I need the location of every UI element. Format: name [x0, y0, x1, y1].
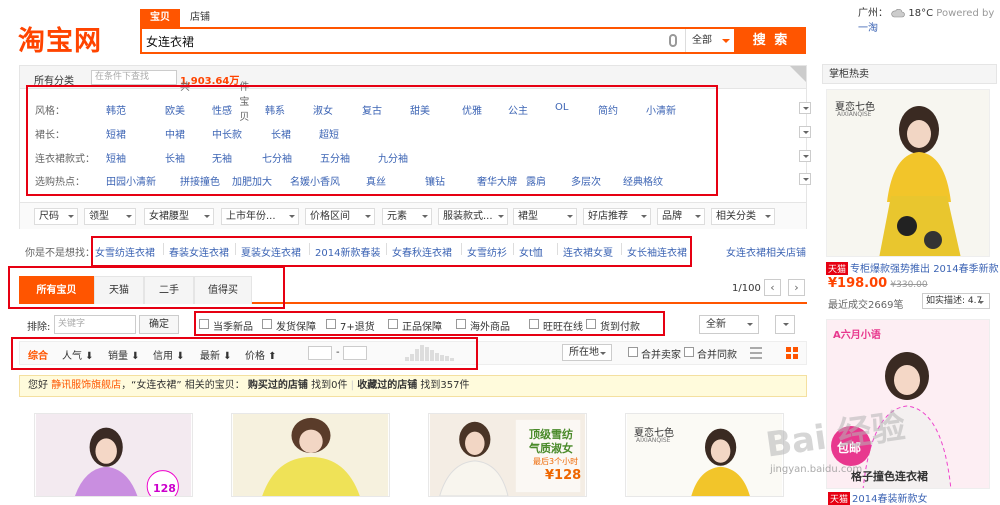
cloud-icon — [891, 8, 905, 17]
rating-select[interactable]: 如实描述: 4.7 — [922, 293, 990, 309]
exclude-label: 排除: — [27, 322, 51, 333]
filter-dropdown[interactable]: 品牌 — [657, 208, 705, 225]
page-indicator: 1/100 — [732, 283, 761, 294]
condition-select[interactable]: 全新 — [699, 315, 759, 334]
filter-dropdown[interactable]: 元素 — [382, 208, 432, 225]
search-tab-items[interactable]: 宝贝 — [140, 9, 180, 27]
sidebar-title: 掌柜热卖 — [822, 64, 997, 84]
shop-notice-bar: 您好 静讯服饰旗舰店，“女连衣裙” 相关的宝贝： 购买过的店铺 找到0件 | 收… — [19, 375, 807, 397]
search-box[interactable]: 女连衣裙 全部 — [140, 27, 736, 54]
shop-link[interactable]: 静讯服饰旗舰店 — [51, 380, 121, 391]
product-brand-en: AIXIANQISE — [636, 437, 671, 444]
filter-dropdown[interactable]: 尺码 — [34, 208, 78, 225]
weather-widget: 广州： 18°C Powered by 一淘 — [858, 4, 1000, 34]
annotation-box — [26, 85, 718, 196]
temperature: 18°C — [908, 8, 934, 19]
merge-same-checkbox[interactable] — [684, 347, 694, 357]
product-card[interactable]: 顶级雪纺 气质淑女 最后3个小时 ¥128 — [428, 413, 587, 497]
microphone-icon[interactable] — [669, 34, 677, 47]
merge-same-label: 合并同款 — [697, 350, 737, 361]
filter-dropdown[interactable]: 女裙腰型 — [144, 208, 214, 225]
grid-view-icon[interactable] — [786, 347, 798, 359]
fold-corner-icon[interactable] — [790, 66, 806, 82]
exclude-ok-button[interactable]: 确定 — [139, 315, 179, 334]
filter-dropdown[interactable]: 好店推荐 — [583, 208, 651, 225]
search-tabs: 宝贝 店铺 — [140, 9, 220, 27]
suggestion-label: 你是不是想找： — [25, 248, 95, 259]
list-view-icon[interactable] — [750, 347, 762, 359]
search-scope-select[interactable]: 全部 — [685, 29, 736, 52]
search-tab-shops[interactable]: 店铺 — [180, 9, 220, 27]
related-shops-link[interactable]: 女连衣裙相关店铺 — [726, 244, 806, 259]
product-image[interactable] — [232, 414, 389, 496]
product-tag: 128 — [153, 482, 176, 495]
expand-row-icon[interactable] — [799, 102, 811, 114]
city-label: 广州： — [858, 8, 888, 19]
filter-dropdown[interactable]: 价格区间 — [305, 208, 375, 225]
location-select[interactable]: 所在地 — [562, 344, 612, 361]
taobao-logo[interactable]: 淘宝网 — [18, 24, 128, 60]
filter-search-input[interactable]: 在条件下查找 — [91, 70, 177, 85]
expand-row-icon[interactable] — [799, 126, 811, 138]
dropdown-filter-row: 尺码 领型 女裙腰型 上市年份... 价格区间 元素 服装款式... 裙型 好店推荐 品牌 相关分类 — [20, 202, 806, 229]
filter-dropdown[interactable]: 裙型 — [513, 208, 577, 225]
baidu-watermark-url: jingyan.baidu.com — [770, 464, 863, 475]
annotation-box — [8, 266, 285, 309]
sidebar-price: ¥198.00 ¥330.00 — [828, 276, 928, 291]
sidebar-sales: 最近成交2669笔 — [828, 300, 904, 311]
expand-row-icon[interactable] — [799, 150, 811, 162]
filter-dropdown[interactable]: 领型 — [84, 208, 136, 225]
sidebar-brand-en: AIXIANQISE — [837, 111, 872, 118]
product-card[interactable]: 128 — [34, 413, 193, 497]
product-price-tag: ¥128 — [545, 468, 582, 483]
sidebar-product-2-desc: 格子撞色连衣裙 — [851, 470, 928, 483]
prev-page-button[interactable]: ‹ — [764, 279, 781, 296]
exclude-keyword-input[interactable]: 关键字 — [54, 315, 136, 334]
merge-seller-label: 合并卖家 — [641, 350, 681, 361]
filter-dropdown[interactable]: 相关分类 — [711, 208, 775, 225]
product-tag-2: 气质淑女 — [529, 442, 573, 455]
expand-row-icon[interactable] — [799, 173, 811, 185]
annotation-box — [91, 236, 692, 267]
next-page-button[interactable]: › — [788, 279, 805, 296]
sidebar-product-3-desc[interactable]: 天猫 2014春装新款女 — [828, 490, 927, 505]
annotation-box — [11, 337, 478, 370]
tmall-badge: 天猫 — [826, 262, 849, 275]
annotation-box — [194, 311, 665, 336]
sidebar-brand-2: A六月小语 — [833, 330, 881, 341]
collapse-toggle[interactable] — [775, 315, 795, 334]
filter-dropdown[interactable]: 服装款式... — [438, 208, 508, 225]
yitao-link[interactable]: 一淘 — [858, 23, 878, 34]
product-card[interactable]: 夏恋七色 AIXIANQISE — [625, 413, 784, 497]
product-card[interactable] — [231, 413, 390, 497]
filter-dropdown[interactable]: 上市年份... — [221, 208, 299, 225]
search-input[interactable]: 女连衣裙 — [146, 33, 194, 50]
powered-by: Powered by — [936, 8, 995, 19]
sidebar-product-1[interactable]: 夏恋七色 AIXIANQISE — [826, 89, 990, 257]
merge-seller-checkbox[interactable] — [628, 347, 638, 357]
sidebar-product-desc[interactable]: 天猫 专柜爆款强势推出 2014春季新款 — [826, 260, 999, 275]
product-tag-3: 最后3个小时 — [533, 457, 579, 466]
search-button[interactable]: 搜 索 — [736, 27, 806, 54]
